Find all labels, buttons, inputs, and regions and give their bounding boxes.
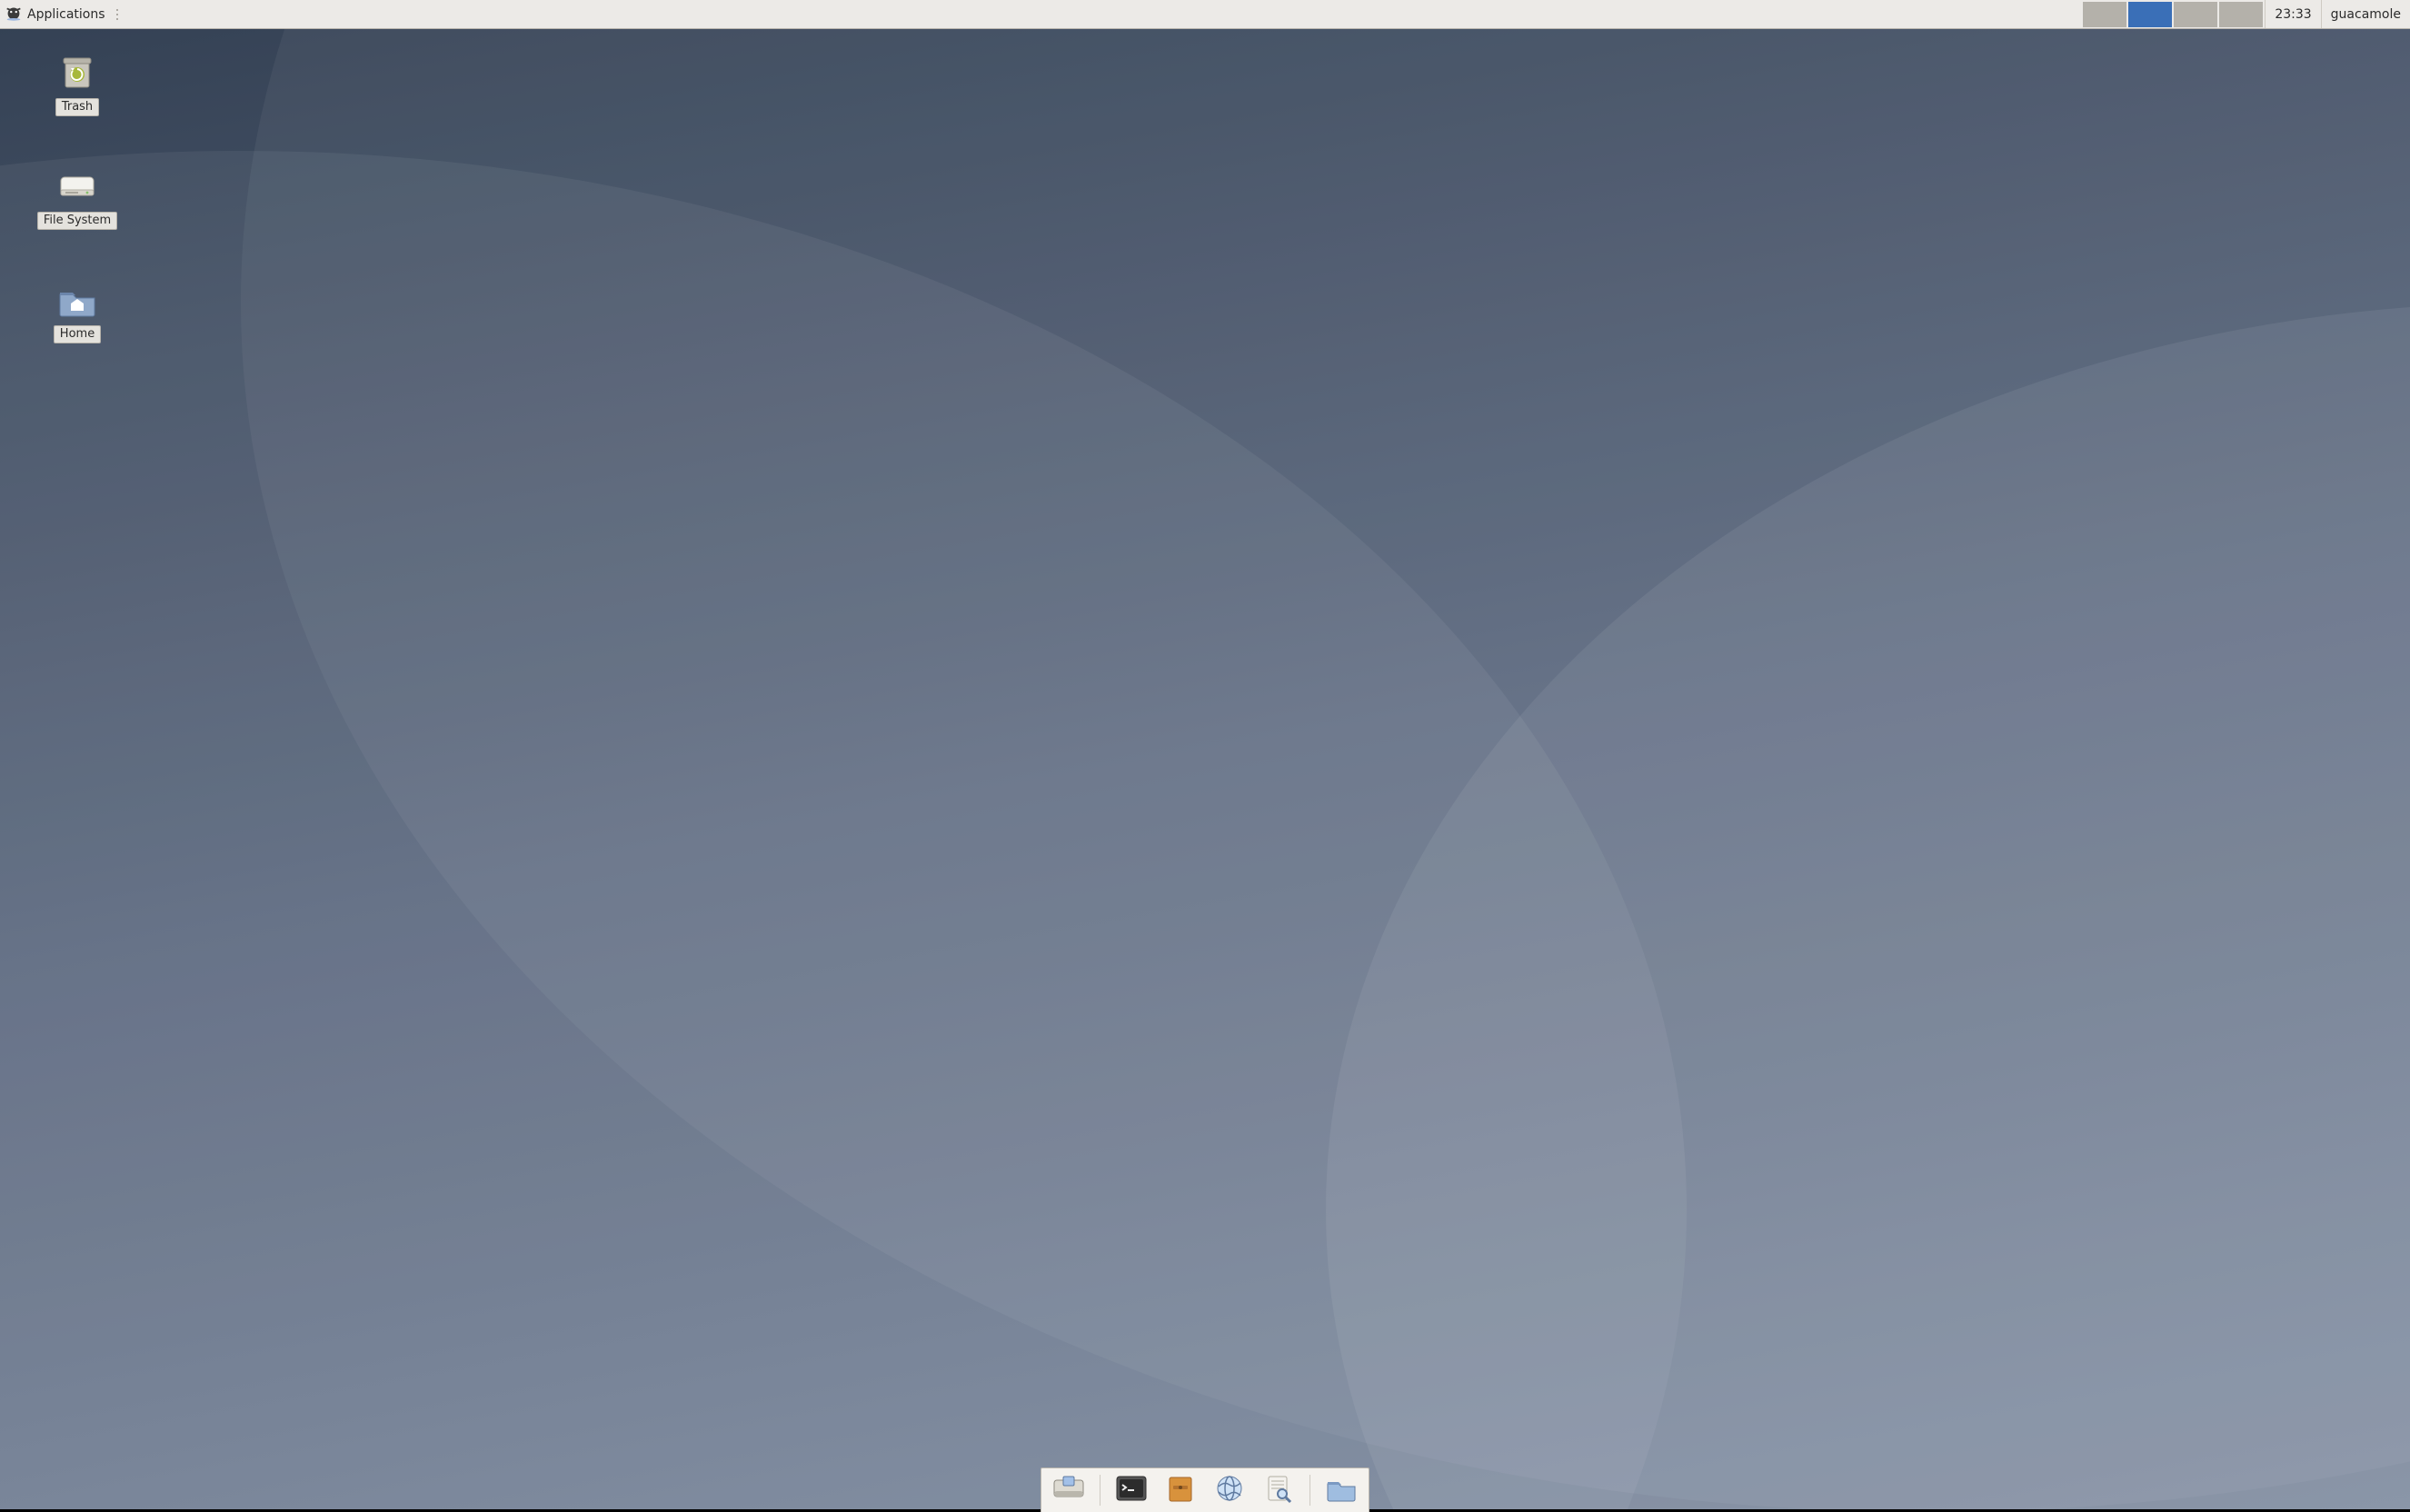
applications-menu[interactable]: Applications <box>0 0 115 28</box>
folder-icon <box>1323 1473 1359 1507</box>
dock-web-browser[interactable] <box>1210 1474 1250 1507</box>
dock-show-desktop[interactable] <box>1049 1474 1089 1507</box>
desktop-icon-label: Home <box>54 325 101 343</box>
desktop-icon-label: Trash <box>55 98 99 116</box>
clock[interactable]: 23:33 <box>2265 0 2320 28</box>
drive-icon <box>55 168 100 204</box>
user-menu[interactable]: guacamole <box>2321 0 2410 28</box>
workspace-switcher <box>2081 0 2265 28</box>
dock-find-document[interactable] <box>1259 1474 1299 1507</box>
trash-icon <box>55 55 100 91</box>
workspace-1[interactable] <box>2083 2 2126 27</box>
home-folder-icon <box>55 282 100 318</box>
user-menu-label: guacamole <box>2331 7 2401 22</box>
desktop[interactable]: Trash File System Home <box>0 0 2410 1512</box>
clock-time: 23:33 <box>2275 7 2311 22</box>
terminal-icon <box>1113 1473 1150 1507</box>
find-document-icon <box>1260 1473 1297 1507</box>
file-manager-icon <box>1162 1473 1199 1507</box>
dock-terminal[interactable] <box>1111 1474 1151 1507</box>
show-desktop-icon <box>1051 1473 1087 1507</box>
xfce-logo-icon <box>4 3 24 26</box>
panel-grip[interactable] <box>116 0 122 28</box>
bottom-dock <box>1041 1467 1369 1512</box>
workspace-4[interactable] <box>2219 2 2263 27</box>
desktop-icon-filesystem[interactable]: File System <box>27 168 127 230</box>
dock-folder[interactable] <box>1321 1474 1361 1507</box>
desktop-icon-home[interactable]: Home <box>27 282 127 343</box>
desktop-icon-label: File System <box>37 212 117 230</box>
desktop-icon-trash[interactable]: Trash <box>27 55 127 116</box>
applications-menu-label: Applications <box>27 7 105 22</box>
dock-file-manager[interactable] <box>1160 1474 1200 1507</box>
workspace-3[interactable] <box>2174 2 2217 27</box>
web-browser-icon <box>1211 1473 1248 1507</box>
top-panel: Applications 23:33 guacamole <box>0 0 2410 29</box>
workspace-2[interactable] <box>2128 2 2172 27</box>
